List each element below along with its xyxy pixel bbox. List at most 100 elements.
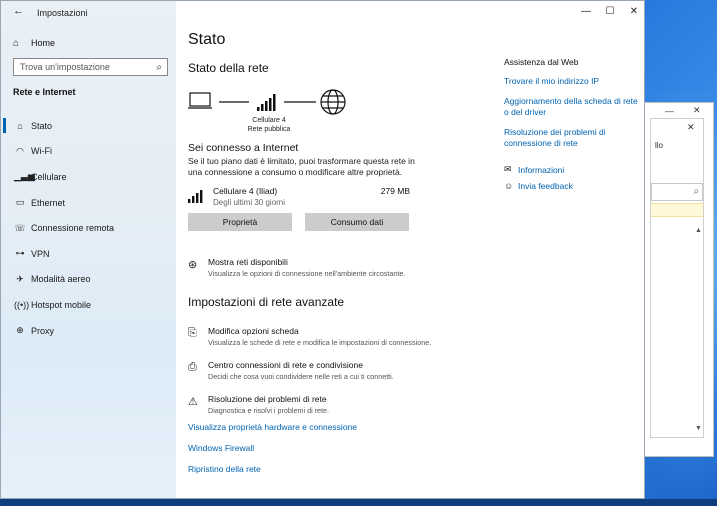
sidebar-item-connessione-remota[interactable]: ☏ Connessione remota (1, 215, 176, 241)
wifi-icon: ◠ (16, 145, 24, 156)
sidebar-item-home[interactable]: ⌂ Home (13, 36, 55, 50)
windows-firewall-link[interactable]: Windows Firewall (188, 443, 254, 453)
sidebar-item-wifi[interactable]: ◠ Wi-Fi (1, 139, 176, 165)
network-troubleshooter[interactable]: ⚠ Risoluzione dei problemi di rete Diagn… (188, 394, 448, 416)
properties-button[interactable]: Proprietà (188, 213, 292, 231)
option-desc: Decidi che cosa vuoi condividere nelle r… (208, 372, 394, 381)
bg-close[interactable]: ✕ (693, 105, 701, 116)
sidebar-section-title: Rete e Internet (13, 87, 76, 97)
dialup-icon: ☏ (14, 222, 26, 233)
help-link-ip[interactable]: Trovare il mio indirizzo IP (504, 76, 639, 87)
sidebar-item-label: Stato (31, 120, 53, 131)
antenna-icon: ⊛ (188, 259, 198, 271)
network-name: Cellulare 4 (252, 117, 286, 124)
network-status-heading: Stato della rete (188, 61, 269, 75)
help-heading: Assistenza dal Web (504, 57, 579, 67)
taskbar[interactable] (0, 499, 717, 506)
connection-period: Degli ultimi 30 giorni (213, 198, 286, 207)
bg-dialog-infobar (651, 203, 703, 217)
sidebar-item-label: Proxy (31, 325, 55, 336)
main-content: — ☐ ✕ Stato Stato della rete Cellulare 4… (176, 1, 644, 498)
bg-dialog-text: llo (655, 141, 664, 150)
sidebar-item-cellulare[interactable]: ▁▃▅ Cellulare (1, 164, 176, 190)
advanced-heading: Impostazioni di rete avanzate (188, 295, 345, 309)
network-adapter-icon: ⎘ (188, 327, 197, 339)
data-usage-button[interactable]: Consumo dati (305, 213, 409, 231)
bg-dialog-close[interactable]: ✕ (687, 122, 695, 133)
vpn-icon: ⊶ (15, 248, 25, 259)
sidebar-item-ethernet[interactable]: ▭ Ethernet (1, 190, 176, 216)
bg-dialog-search[interactable]: ⌕ (651, 183, 703, 201)
help-panel: Assistenza dal Web Trovare il mio indiri… (504, 57, 644, 158)
search-input[interactable]: Trova un'impostazione ⌕ (13, 58, 168, 76)
sidebar-item-label: Cellulare (31, 171, 67, 182)
background-dialog[interactable]: ✕ llo ⌕ ▲ ▼ (650, 118, 704, 438)
search-placeholder: Trova un'impostazione (20, 62, 110, 72)
minimize-button[interactable]: — (574, 1, 598, 23)
option-desc: Visualizza le schede di rete e modifica … (208, 338, 432, 347)
sidebar-item-proxy[interactable]: ⊕ Proxy (1, 318, 176, 344)
settings-window: ← Impostazioni ⌂ Home Trova un'impostazi… (0, 0, 645, 499)
close-button[interactable]: ✕ (622, 1, 644, 23)
sidebar-item-vpn[interactable]: ⊶ VPN (1, 241, 176, 267)
back-arrow-icon[interactable]: ← (13, 5, 24, 17)
airplane-icon: ✈ (16, 273, 24, 284)
info-link[interactable]: ✉ Informazioni (504, 164, 564, 175)
sidebar-item-label: Ethernet (31, 197, 66, 208)
data-usage-value: 279 MB (380, 186, 410, 196)
bg-minimize[interactable]: — (665, 106, 674, 116)
globe-icon (320, 89, 346, 115)
window-title: Impostazioni (37, 8, 88, 18)
show-networks-option[interactable]: ⊛ Mostra reti disponibili Visualizza le … (188, 257, 448, 279)
maximize-button[interactable]: ☐ (598, 1, 622, 23)
info-label: Informazioni (518, 164, 565, 175)
connected-title: Sei connesso a Internet (188, 142, 299, 154)
sidebar-item-hotspot[interactable]: ((•)) Hotspot mobile (1, 292, 176, 318)
option-desc: Diagnostica e risolvi i problemi di rete… (208, 406, 330, 415)
hardware-properties-link[interactable]: Visualizza proprietà hardware e connessi… (188, 422, 357, 432)
cellular-signal-icon (257, 94, 276, 111)
help-link-troubleshoot[interactable]: Risoluzione dei problemi di connessione … (504, 127, 639, 149)
cellular-signal-icon (188, 190, 203, 203)
globe-icon: ⊕ (16, 325, 24, 336)
search-icon: ⌕ (156, 62, 162, 73)
home-network-icon: ⌂ (17, 120, 23, 131)
scroll-up-icon[interactable]: ▲ (695, 227, 702, 234)
sidebar-item-stato[interactable]: ⌂ Stato (1, 113, 176, 139)
printer-icon: ⎙ (188, 361, 197, 373)
network-type: Rete pubblica (247, 126, 291, 133)
sidebar-item-label: Wi-Fi (31, 146, 52, 157)
option-title: Risoluzione dei problemi di rete (208, 394, 327, 404)
sidebar-item-label: Hotspot mobile (31, 299, 92, 310)
home-label: Home (31, 38, 56, 48)
option-title: Centro connessioni di rete e condivision… (208, 360, 363, 370)
warning-icon: ⚠ (188, 396, 198, 408)
option-desc: Visualizza le opzioni di connessione nel… (208, 269, 406, 278)
diagram-label: Cellulare 4 Rete pubblica (244, 116, 294, 134)
scroll-down-icon[interactable]: ▼ (695, 425, 702, 432)
laptop-icon (188, 92, 212, 109)
cellular-icon: ▁▃▅ (14, 171, 35, 182)
adapter-options[interactable]: ⎘ Modifica opzioni scheda Visualizza le … (188, 326, 448, 348)
sidebar-item-label: Connessione remota (31, 223, 115, 234)
connected-description: Se il tuo piano dati è limitato, puoi tr… (188, 156, 415, 177)
sidebar-item-label: Modalità aereo (31, 274, 91, 285)
sidebar-nav: ⌂ Stato ◠ Wi-Fi ▁▃▅ Cellulare ▭ Ethernet… (1, 113, 176, 343)
network-sharing-center[interactable]: ⎙ Centro connessioni di rete e condivisi… (188, 360, 448, 382)
sidebar: ← Impostazioni ⌂ Home Trova un'impostazi… (1, 1, 176, 498)
help-link-driver[interactable]: Aggiornamento della scheda di rete o del… (504, 96, 639, 118)
feedback-icon: ☺ (504, 181, 514, 191)
chat-icon: ✉ (504, 164, 512, 174)
connection-row: Cellulare 4 (Iliad) Degli ultimi 30 gior… (188, 186, 410, 208)
connection-name: Cellulare 4 (Iliad) (213, 186, 278, 196)
page-title: Stato (188, 31, 226, 48)
sidebar-item-modalita-aereo[interactable]: ✈ Modalità aereo (1, 267, 176, 293)
hotspot-icon: ((•)) (14, 299, 30, 310)
option-title: Modifica opzioni scheda (208, 326, 299, 336)
window-controls: — ☐ ✕ (574, 1, 644, 23)
network-reset-link[interactable]: Ripristino della rete (188, 464, 261, 474)
home-icon: ⌂ (13, 37, 20, 49)
ethernet-icon: ▭ (15, 197, 25, 208)
feedback-link[interactable]: ☺ Invia feedback (504, 181, 573, 191)
feedback-label: Invia feedback (518, 181, 573, 191)
